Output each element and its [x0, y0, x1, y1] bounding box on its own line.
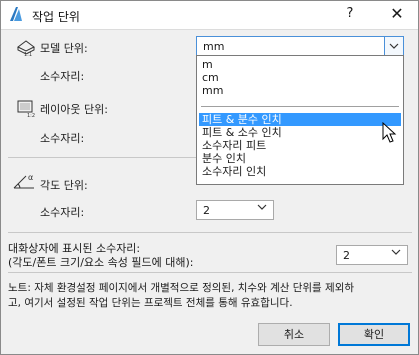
- ok-button[interactable]: 확인: [338, 323, 410, 346]
- layout-units-label: 레이아웃 단위:: [40, 103, 108, 116]
- model-units-value: mm: [203, 40, 225, 53]
- dialog-decimals-value: 2: [343, 249, 350, 262]
- help-button[interactable]: ?: [340, 5, 360, 23]
- chevron-down-icon[interactable]: [384, 37, 403, 55]
- note-text-line2: 고, 여기서 설정된 작업 단위는 프로젝트 전체를 통해 유효합니다.: [8, 297, 293, 309]
- archicad-logo-icon: [8, 6, 24, 22]
- dropdown-separator: [201, 106, 399, 107]
- dropdown-option[interactable]: 소수자리 인치: [199, 165, 401, 178]
- model-units-dropdown[interactable]: m cm mm 피트 & 분수 인치 피트 & 소수 인치 소수자리 피트 분수…: [196, 55, 404, 185]
- divider: [8, 157, 198, 158]
- model-units-select[interactable]: mm: [196, 36, 404, 56]
- svg-text:1:1: 1:1: [24, 52, 32, 56]
- svg-text:α: α: [28, 173, 33, 182]
- dropdown-option[interactable]: cm: [199, 71, 401, 84]
- close-button[interactable]: ✕: [386, 4, 408, 24]
- dropdown-option[interactable]: 분수 인치: [199, 152, 401, 165]
- divider: [8, 232, 412, 233]
- dropdown-option[interactable]: 피트 & 소수 인치: [199, 126, 401, 139]
- dropdown-option-highlighted[interactable]: 피트 & 분수 인치: [199, 113, 401, 126]
- model-units-label: 모델 단위:: [40, 42, 88, 55]
- dropdown-option[interactable]: 소수자리 피트: [199, 139, 401, 152]
- angle-units-label: 각도 단위:: [40, 179, 88, 192]
- model-units-icon: 1:1: [16, 38, 36, 58]
- mouse-cursor-icon: [382, 121, 398, 144]
- dropdown-option[interactable]: mm: [199, 84, 401, 97]
- angle-decimals-select[interactable]: 2: [196, 200, 274, 220]
- chevron-down-icon: [257, 203, 267, 214]
- divider: [8, 272, 412, 273]
- layout-units-icon: 1:2: [16, 99, 36, 119]
- svg-text:1:2: 1:2: [27, 113, 35, 117]
- angle-decimals-value: 2: [203, 204, 210, 217]
- window-title: 작업 단위: [32, 10, 80, 24]
- dropdown-option[interactable]: m: [199, 58, 401, 71]
- dialog-decimals-sublabel: (각도/폰트 크기/요소 속성 필드에 대해):: [8, 256, 194, 269]
- note-text-line1: 노트: 자체 환경설정 페이지에서 개별적으로 정의된, 치수와 계산 단위를 …: [8, 282, 355, 294]
- layout-decimals-label: 소수자리:: [40, 132, 85, 145]
- chevron-down-icon: [391, 248, 401, 259]
- angle-units-icon: α: [12, 172, 38, 190]
- angle-decimals-label: 소수자리:: [40, 206, 85, 219]
- cancel-button[interactable]: 취소: [258, 323, 330, 346]
- dialog-decimals-select[interactable]: 2: [336, 245, 408, 265]
- model-decimals-label: 소수자리:: [40, 70, 85, 83]
